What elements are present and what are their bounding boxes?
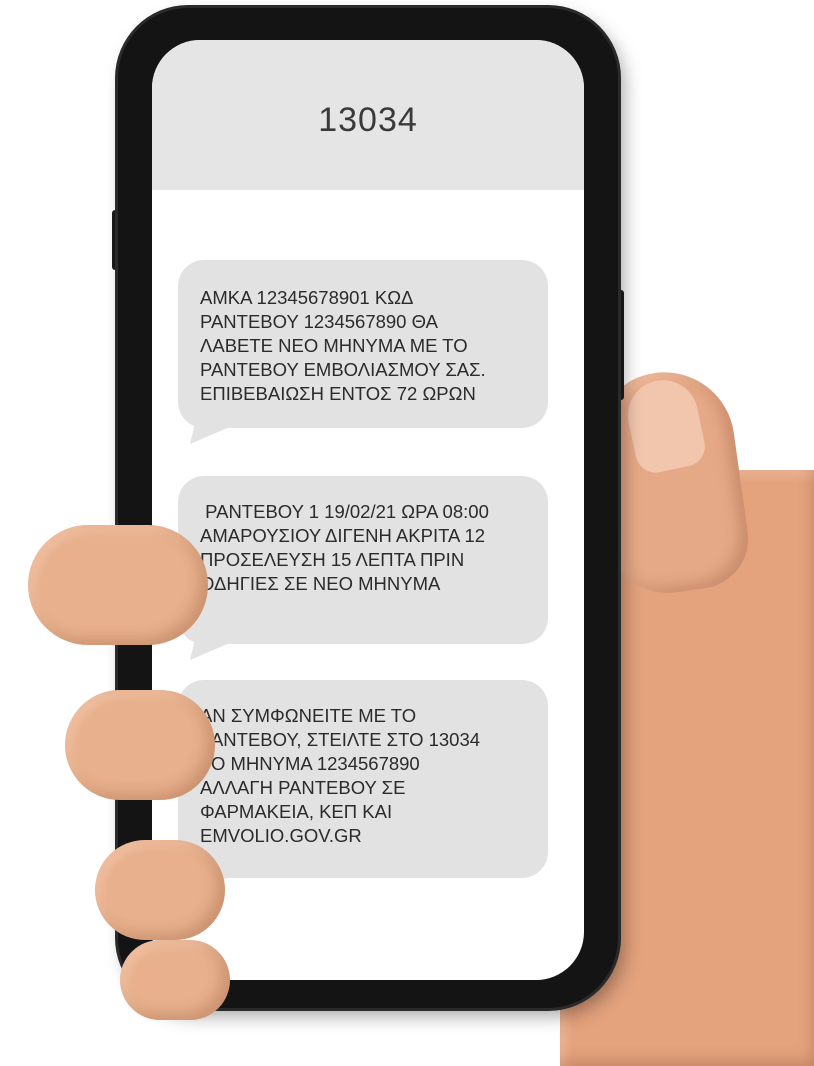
message-line: ΡΑΝΤΕΒΟΥ ΕΜΒΟΛΙΑΣΜΟΥ ΣΑΣ. [200, 359, 486, 380]
message-line: ΛΑΒΕΤΕ ΝΕΟ ΜΗΝΥΜΑ ΜΕ ΤΟ [200, 335, 468, 356]
message-line: EMVOLIO.GOV.GR [200, 825, 362, 846]
hand-finger [65, 690, 215, 800]
message-line: ΟΔΗΓΙΕΣ ΣΕ ΝΕΟ ΜΗΝΥΜΑ [200, 573, 441, 594]
message-line: ΡΑΝΤΕΒΟΥ 1 19/02/21 ΩΡΑ 08:00 [200, 501, 489, 522]
message-line: ΕΠΙΒΕΒΑΙΩΣΗ ΕΝΤΟΣ 72 ΩΡΩΝ [200, 383, 476, 404]
photo-stage: 13034 ΑΜΚΑ 12345678901 ΚΩΔ ΡΑΝΤΕΒΟΥ 1234… [0, 0, 814, 1066]
conversation-header: 13034 [152, 40, 584, 190]
message-bubble[interactable]: ΡΑΝΤΕΒΟΥ 1 19/02/21 ΩΡΑ 08:00 ΑΜΑΡΟΥΣΙΟΥ… [178, 476, 548, 660]
hand-finger [120, 940, 230, 1020]
sender-number: 13034 [318, 100, 418, 139]
message-line: ΑΜΑΡΟΥΣΙΟΥ ΔΙΓΕΝΗ ΑΚΡΙΤΑ 12 [200, 525, 486, 546]
message-bubble[interactable]: ΑΝ ΣΥΜΦΩΝΕΙΤΕ ΜΕ ΤΟ ΡΑΝΤΕΒΟΥ, ΣΤΕΙΛΤΕ ΣΤ… [178, 680, 548, 894]
message-line: ΑΝ ΣΥΜΦΩΝΕΙΤΕ ΜΕ ΤΟ [200, 705, 417, 726]
bubble-tail [190, 414, 260, 444]
message-line: ΠΡΟΣΕΛΕΥΣΗ 15 ΛΕΠΤΑ ΠΡΙΝ [200, 549, 465, 570]
message-bubble[interactable]: ΑΜΚΑ 12345678901 ΚΩΔ ΡΑΝΤΕΒΟΥ 1234567890… [178, 260, 548, 444]
message-line: ΑΜΚΑ 12345678901 ΚΩΔ [200, 287, 414, 308]
hand-finger [95, 840, 225, 940]
message-line: ΦΑΡΜΑΚΕΙΑ, ΚΕΠ ΚΑΙ [200, 801, 393, 822]
bubble-tail [190, 630, 260, 660]
hand-finger [28, 525, 208, 645]
phone-screen: 13034 ΑΜΚΑ 12345678901 ΚΩΔ ΡΑΝΤΕΒΟΥ 1234… [152, 40, 584, 980]
message-line: ΑΛΛΑΓΗ ΡΑΝΤΕΒΟΥ ΣΕ [200, 777, 406, 798]
message-line: ΡΑΝΤΕΒΟΥ, ΣΤΕΙΛΤΕ ΣΤΟ 13034 [200, 729, 481, 750]
message-line: ΤΟ ΜΗΝΥΜΑ 1234567890 [200, 753, 420, 774]
message-line: ΡΑΝΤΕΒΟΥ 1234567890 ΘΑ [200, 311, 439, 332]
